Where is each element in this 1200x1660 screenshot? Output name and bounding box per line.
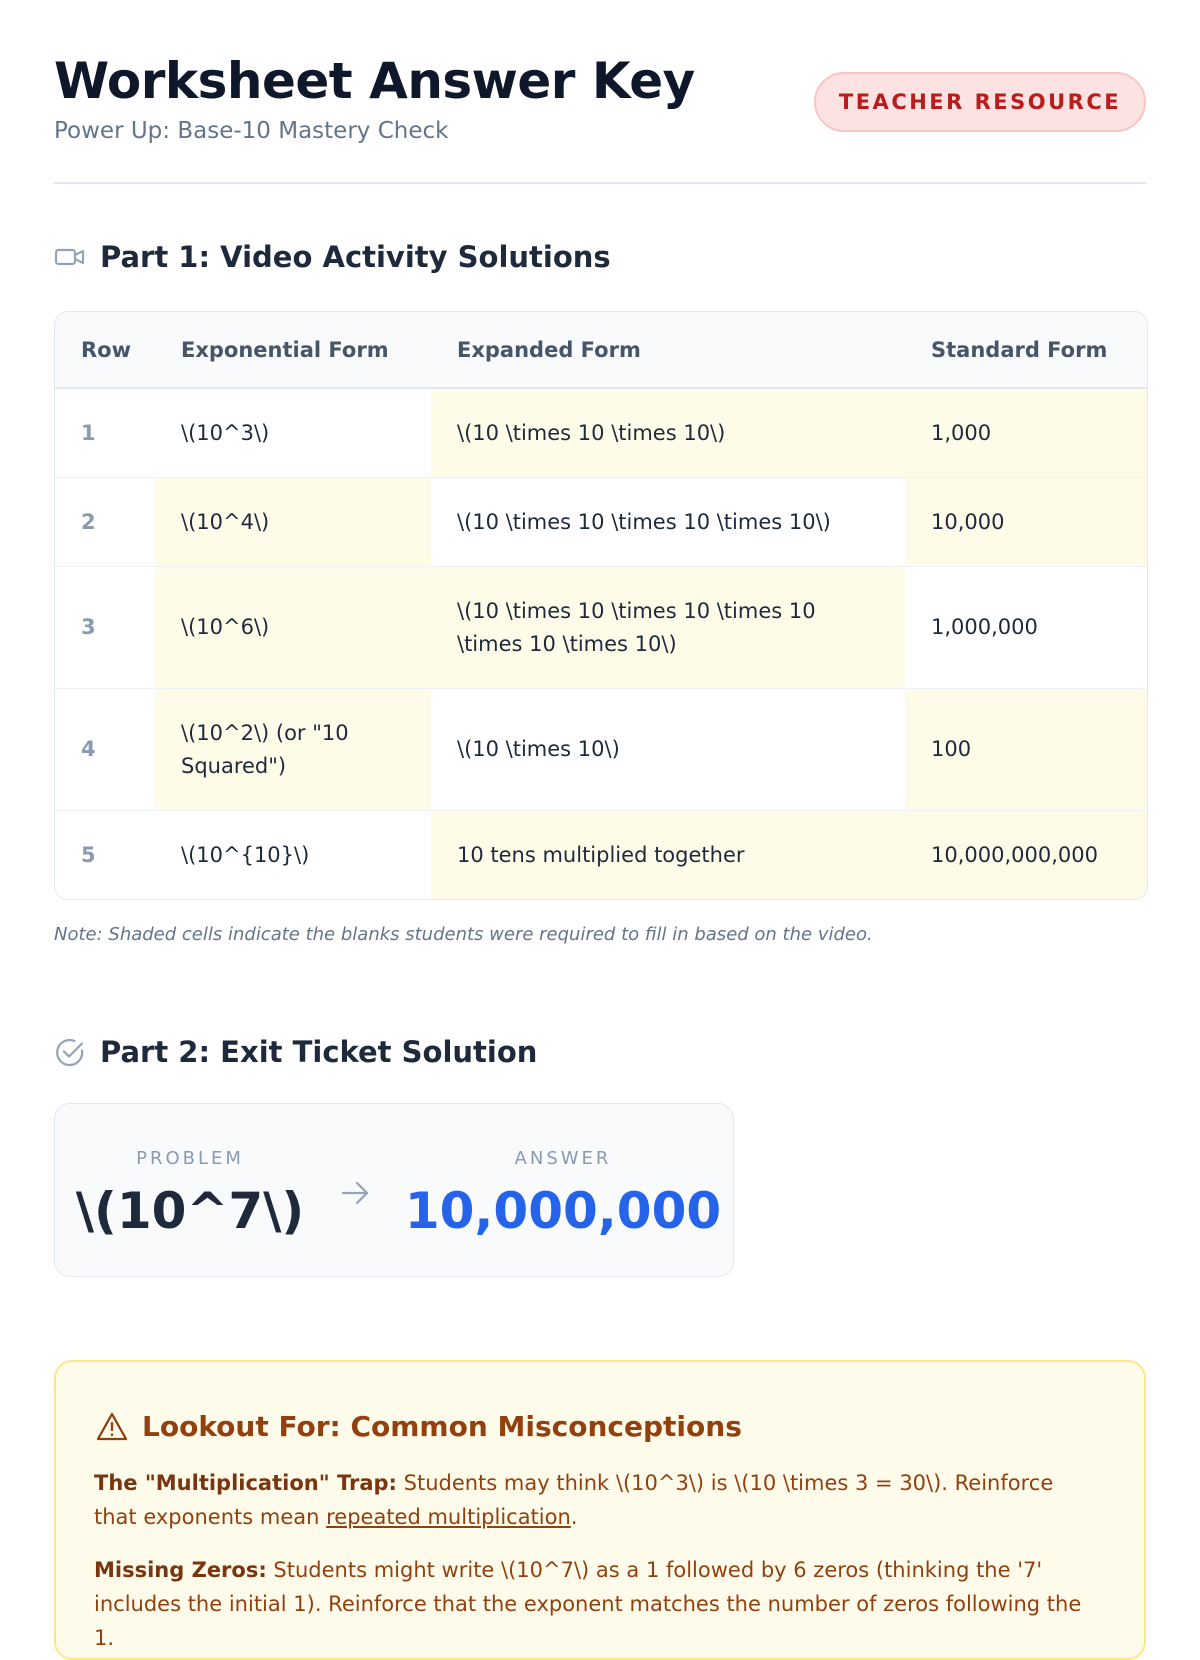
- solutions-table: Row Exponential Form Expanded Form Stand…: [54, 311, 1148, 900]
- table-row: 2 \(10^4\) \(10 \times 10 \times 10 \tim…: [55, 477, 1147, 567]
- expanded-form-cell: \(10 \times 10\): [431, 688, 905, 811]
- exponential-form-cell: \(10^3\): [155, 387, 431, 478]
- part2-title: Part 2: Exit Ticket Solution: [100, 1035, 538, 1069]
- misconception-title: The "Multiplication" Trap:: [94, 1471, 397, 1495]
- answer-value: 10,000,000: [404, 1182, 722, 1240]
- expanded-form-cell: \(10 \times 10 \times 10 \times 10\): [431, 477, 905, 567]
- table-row: 4 \(10^2\) (or "10 Squared") \(10 \times…: [55, 688, 1147, 811]
- standard-form-cell: 1,000,000: [905, 566, 1147, 689]
- misconceptions-title: Lookout For: Common Misconceptions: [142, 1410, 742, 1443]
- misconception-item: Missing Zeros: Students might write \(10…: [94, 1553, 1094, 1655]
- row-number-cell: 4: [55, 688, 155, 811]
- column-header-expanded: Expanded Form: [431, 312, 905, 389]
- column-header-row: Row: [55, 312, 155, 389]
- exponential-form-cell: \(10^2\) (or "10 Squared"): [155, 688, 431, 811]
- video-camera-icon: [54, 248, 85, 266]
- page-title: Worksheet Answer Key: [54, 52, 695, 110]
- exponential-form-cell: \(10^{10}\): [155, 810, 431, 899]
- part1-title: Part 1: Video Activity Solutions: [100, 240, 611, 274]
- column-header-exponential: Exponential Form: [155, 312, 431, 389]
- table-row: 1 \(10^3\) \(10 \times 10 \times 10\) 1,…: [55, 387, 1147, 478]
- table-header-row: Row Exponential Form Expanded Form Stand…: [55, 312, 1147, 389]
- misconception-text-end: .: [570, 1505, 578, 1529]
- row-number-cell: 1: [55, 387, 155, 478]
- exponential-form-cell: \(10^6\): [155, 566, 431, 689]
- standard-form-cell: 10,000: [905, 477, 1147, 567]
- misconception-emphasis: repeated multiplication: [326, 1505, 571, 1529]
- row-number-cell: 2: [55, 477, 155, 567]
- table-row: 3 \(10^6\) \(10 \times 10 \times 10 \tim…: [55, 566, 1147, 689]
- problem-label: PROBLEM: [136, 1148, 244, 1169]
- misconceptions-heading: Lookout For: Common Misconceptions: [96, 1410, 742, 1443]
- table-note: Note: Shaded cells indicate the blanks s…: [54, 924, 873, 945]
- standard-form-cell: 1,000: [905, 387, 1147, 478]
- answer-key-page: Worksheet Answer Key Power Up: Base-10 M…: [54, 0, 1148, 1660]
- check-circle-icon: [56, 1038, 84, 1067]
- misconception-item: The "Multiplication" Trap: Students may …: [94, 1466, 1094, 1534]
- standard-form-cell: 10,000,000,000: [905, 810, 1147, 899]
- expanded-form-cell: \(10 \times 10 \times 10\): [431, 387, 905, 478]
- part1-heading: Part 1: Video Activity Solutions: [54, 240, 611, 274]
- problem-value: \(10^7\): [75, 1182, 305, 1240]
- teacher-resource-badge: TEACHER RESOURCE: [814, 72, 1146, 132]
- part2-heading: Part 2: Exit Ticket Solution: [54, 1035, 537, 1069]
- warning-triangle-icon: [96, 1412, 128, 1440]
- expanded-form-cell: \(10 \times 10 \times 10 \times 10 \time…: [431, 566, 905, 689]
- answer-label: ANSWER: [514, 1148, 612, 1169]
- standard-form-cell: 100: [905, 688, 1147, 811]
- page-header: Worksheet Answer Key Power Up: Base-10 M…: [54, 0, 1146, 184]
- arrow-right-icon: [341, 1181, 369, 1205]
- page-subtitle: Power Up: Base-10 Mastery Check: [54, 118, 449, 144]
- row-number-cell: 5: [55, 810, 155, 899]
- column-header-standard: Standard Form: [905, 312, 1147, 389]
- exit-ticket-card: PROBLEM \(10^7\) ANSWER 10,000,000: [54, 1103, 734, 1277]
- table-row: 5 \(10^{10}\) 10 tens multiplied togethe…: [55, 810, 1147, 899]
- expanded-form-cell: 10 tens multiplied together: [431, 810, 905, 899]
- row-number-cell: 3: [55, 566, 155, 689]
- exponential-form-cell: \(10^4\): [155, 477, 431, 567]
- misconception-title: Missing Zeros:: [94, 1558, 267, 1582]
